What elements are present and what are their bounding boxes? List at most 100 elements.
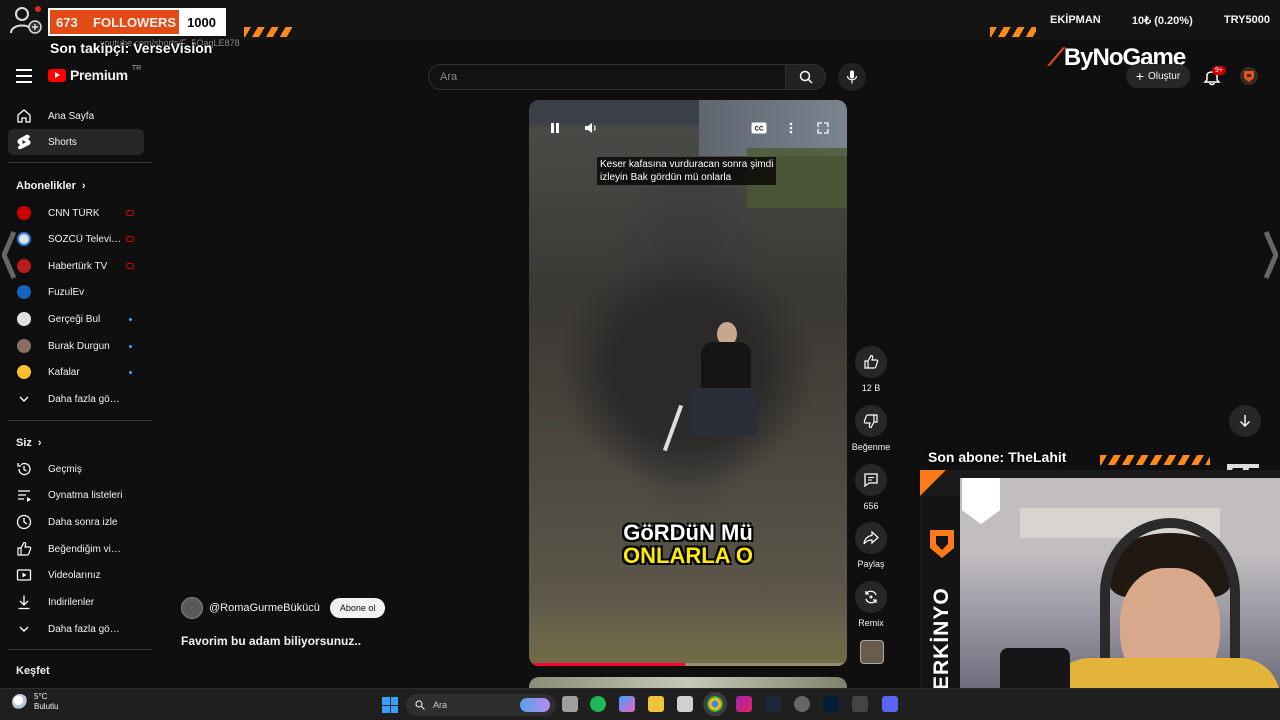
comments-button[interactable]: 656: [850, 464, 892, 511]
taskbar: [0, 688, 1280, 720]
obs-icon[interactable]: [794, 696, 810, 712]
like-icon: [864, 354, 879, 369]
chrome-icon[interactable]: [707, 696, 723, 712]
overlay-stripes: [1100, 455, 1210, 465]
short-video-player[interactable]: CC Keser kafasına vurduracan sonra şimdi…: [529, 100, 847, 666]
next-short-button[interactable]: [1229, 405, 1261, 437]
weather-widget[interactable]: 5°C Bulutlu: [12, 692, 58, 712]
sidebar: Ana Sayfa Shorts Abonelikler › CNN TÜRK …: [0, 100, 154, 688]
sidebar-item-subscription[interactable]: SÖZCÜ Televizyo...: [8, 226, 144, 252]
fullscreen-button[interactable]: [814, 120, 832, 136]
sidebar-item-subscription[interactable]: FuzulEv: [8, 279, 144, 305]
file-explorer-icon[interactable]: [648, 696, 664, 712]
equipment-bar: EKİPMAN 10₺ (0.20%) TRY5000: [1040, 0, 1280, 40]
followers-goal: 673 FOLLOWERS 1000: [48, 8, 226, 36]
video-progress-bar[interactable]: [529, 663, 847, 666]
equipment-code: TRY5000: [1223, 14, 1270, 26]
photoshop-icon[interactable]: [823, 696, 839, 712]
steam-icon[interactable]: [765, 696, 781, 712]
fullscreen-icon: [817, 122, 829, 134]
new-content-dot: [129, 370, 132, 374]
sidebar-item-label: Oynatma listeleri: [48, 489, 123, 501]
sidebar-item-subscription[interactable]: Gerçeği Bul: [8, 306, 144, 332]
task-view-icon[interactable]: [562, 696, 578, 712]
share-label: Paylaş: [857, 559, 885, 569]
spotify-icon[interactable]: [590, 696, 606, 712]
followers-label: FOLLOWERS: [93, 14, 177, 30]
dislike-button[interactable]: Beğenme: [850, 405, 892, 452]
explore-title: Keşfet: [16, 665, 50, 677]
shorts-icon: [17, 134, 31, 150]
app-icon[interactable]: [736, 696, 752, 712]
volume-icon: [585, 123, 596, 133]
history-icon: [17, 462, 31, 476]
account-avatar-icon[interactable]: [1240, 67, 1258, 85]
channel-avatar[interactable]: [181, 597, 203, 619]
sidebar-item-watch-later[interactable]: Daha sonra izle: [8, 509, 144, 535]
equipment-label: EKİPMAN: [1050, 14, 1101, 26]
app-icon[interactable]: [852, 696, 868, 712]
show-more-subscriptions[interactable]: Daha fazla göster: [8, 386, 144, 412]
show-more-you[interactable]: Daha fazla göster: [8, 616, 144, 642]
discord-icon[interactable]: [882, 696, 898, 712]
sidebar-item-label: CNN TÜRK: [48, 207, 100, 219]
sidebar-item-subscription[interactable]: Burak Durgun: [8, 333, 144, 359]
overlay-stripes: [990, 27, 1036, 37]
copilot-icon[interactable]: [619, 696, 635, 712]
menu-icon[interactable]: [16, 69, 32, 83]
subscriptions-header[interactable]: Abonelikler ›: [16, 180, 86, 192]
like-button[interactable]: 12 B: [850, 346, 892, 393]
create-label: Oluştur: [1147, 70, 1181, 82]
volume-button[interactable]: [582, 120, 600, 136]
subscriptions-title: Abonelikler: [16, 180, 76, 192]
more-options-button[interactable]: [782, 120, 800, 136]
youtube-logo[interactable]: Premium TR: [48, 65, 141, 83]
webcam-feed: [960, 478, 1280, 720]
subscribe-button[interactable]: Abone ol: [329, 598, 386, 618]
sidebar-item-liked-videos[interactable]: Beğendiğim videolar: [8, 536, 144, 562]
live-icon: [126, 210, 134, 216]
share-button[interactable]: Paylaş: [850, 522, 892, 569]
sidebar-item-shorts[interactable]: Shorts: [8, 129, 144, 155]
sidebar-item-home[interactable]: Ana Sayfa: [8, 103, 144, 129]
you-header[interactable]: Siz ›: [16, 437, 42, 449]
remix-button[interactable]: Remix: [850, 581, 892, 628]
sidebar-item-subscription[interactable]: Kafalar: [8, 359, 144, 385]
search-input[interactable]: Ara: [428, 64, 786, 90]
you-title: Siz: [16, 437, 32, 449]
video-scene-person: [662, 322, 769, 452]
sidebar-item-your-videos[interactable]: Videolarınız: [8, 562, 144, 588]
voice-search-button[interactable]: [838, 63, 866, 91]
remix-icon: [865, 590, 877, 604]
sound-channel-avatar[interactable]: [860, 640, 884, 664]
sidebar-item-subscription[interactable]: Habertürk TV: [8, 253, 144, 279]
sidebar-item-label: FuzulEv: [48, 286, 85, 298]
chevron-down-icon: [19, 396, 29, 402]
next-short-preview[interactable]: [529, 677, 847, 688]
sidebar-item-label: Geçmiş: [48, 463, 82, 475]
pause-button[interactable]: [546, 120, 564, 136]
live-icon: [126, 263, 134, 269]
taskbar-search[interactable]: Ara: [406, 694, 556, 716]
mic-icon: [846, 70, 858, 84]
streamer-logo-icon: [930, 530, 954, 558]
captions-button[interactable]: CC: [750, 120, 768, 136]
create-button[interactable]: + Oluştur: [1126, 64, 1190, 88]
overlay-accent: [920, 470, 946, 496]
svg-text:CC: CC: [755, 127, 764, 133]
store-icon[interactable]: [677, 696, 693, 712]
sidebar-item-subscription[interactable]: CNN TÜRK: [8, 200, 144, 226]
video-scene-ground: [529, 606, 847, 666]
chevron-right-icon: ›: [37, 437, 42, 449]
start-button[interactable]: [382, 697, 398, 713]
sidebar-item-playlists[interactable]: Oynatma listeleri: [8, 482, 144, 508]
search-button[interactable]: [786, 64, 826, 90]
channel-name[interactable]: @RomaGurmeBükücü: [209, 602, 320, 614]
comment-count: 656: [863, 501, 879, 511]
comment-icon: [864, 473, 878, 488]
sidebar-item-downloads[interactable]: İndirilenler: [8, 589, 144, 615]
video-progress-fill: [529, 663, 685, 666]
sidebar-item-history[interactable]: Geçmiş: [8, 456, 144, 482]
sidebar-item-label: Beğendiğim videolar: [48, 543, 124, 555]
weather-condition: Bulutlu: [34, 702, 59, 711]
